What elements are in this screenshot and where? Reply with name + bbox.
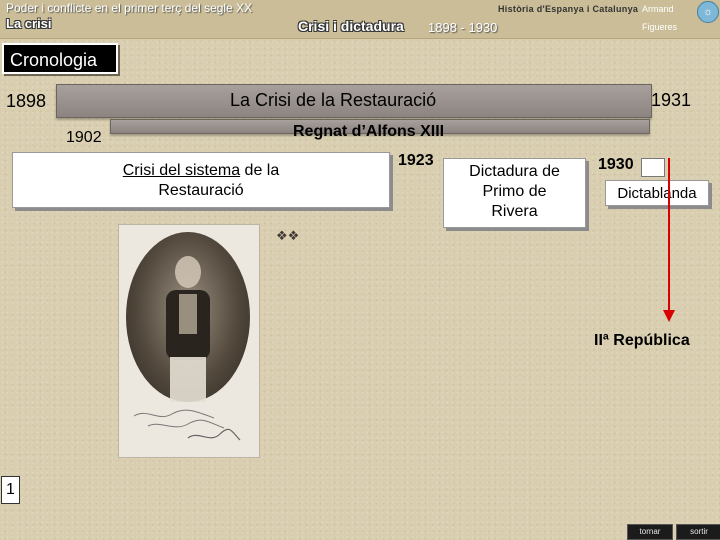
crisis-system-link[interactable]: Crisi del sistema xyxy=(123,162,240,179)
series-title: Història d'Espanya i Catalunya xyxy=(498,4,639,14)
dictatorship-year: 1923 xyxy=(398,152,434,169)
reign-title: Regnat d’Alfons XIII xyxy=(293,123,445,140)
logo-text: La crisi xyxy=(6,16,52,31)
ornament-icon: ❖❖ xyxy=(276,228,300,243)
crisis-system-card[interactable]: Crisi del sistema de la Restauració xyxy=(12,152,390,208)
dictatorship-line2: Primo de xyxy=(482,183,547,200)
place-name: Figueres xyxy=(642,22,678,32)
circle-logo-icon[interactable]: ☼ xyxy=(697,1,719,23)
section-title: Cronologia xyxy=(2,43,118,74)
dictablanda-year: 1930 xyxy=(598,156,634,173)
year-end-label: 1931 xyxy=(651,90,692,110)
signature-icon xyxy=(133,409,241,441)
crisis-system-text: de la xyxy=(240,162,280,179)
arrow-line xyxy=(668,158,670,316)
crisis-system-line2: Restauració xyxy=(158,182,244,199)
crisis-title: La Crisi de la Restauració xyxy=(230,90,437,110)
year-start-label: 1898 xyxy=(6,91,47,111)
exit-button[interactable]: sortir xyxy=(676,524,720,540)
portrait-silhouette-icon xyxy=(166,256,210,402)
dictatorship-line3: Rivera xyxy=(491,203,538,220)
author-name: Armand xyxy=(642,4,674,14)
dictatorship-line1: Dictadura de xyxy=(469,163,560,180)
unit-years: 1898 - 1930 xyxy=(428,20,498,35)
course-title: Poder i conflicte en el primer terç del … xyxy=(6,1,253,15)
portrait-figure xyxy=(126,232,250,402)
page-number: 1 xyxy=(1,476,20,504)
small-white-box xyxy=(641,158,665,177)
dictablanda-card[interactable]: Dictablanda xyxy=(605,180,709,206)
republic-label: IIª República xyxy=(594,332,690,349)
unit-title: Crisi i dictadura xyxy=(298,18,404,34)
back-button[interactable]: tornar xyxy=(627,524,673,540)
dictatorship-card[interactable]: Dictadura de Primo de Rivera xyxy=(443,158,586,228)
signature-image xyxy=(128,404,248,448)
arrow-down-icon xyxy=(663,310,675,322)
reign-start-label: 1902 xyxy=(66,129,102,146)
